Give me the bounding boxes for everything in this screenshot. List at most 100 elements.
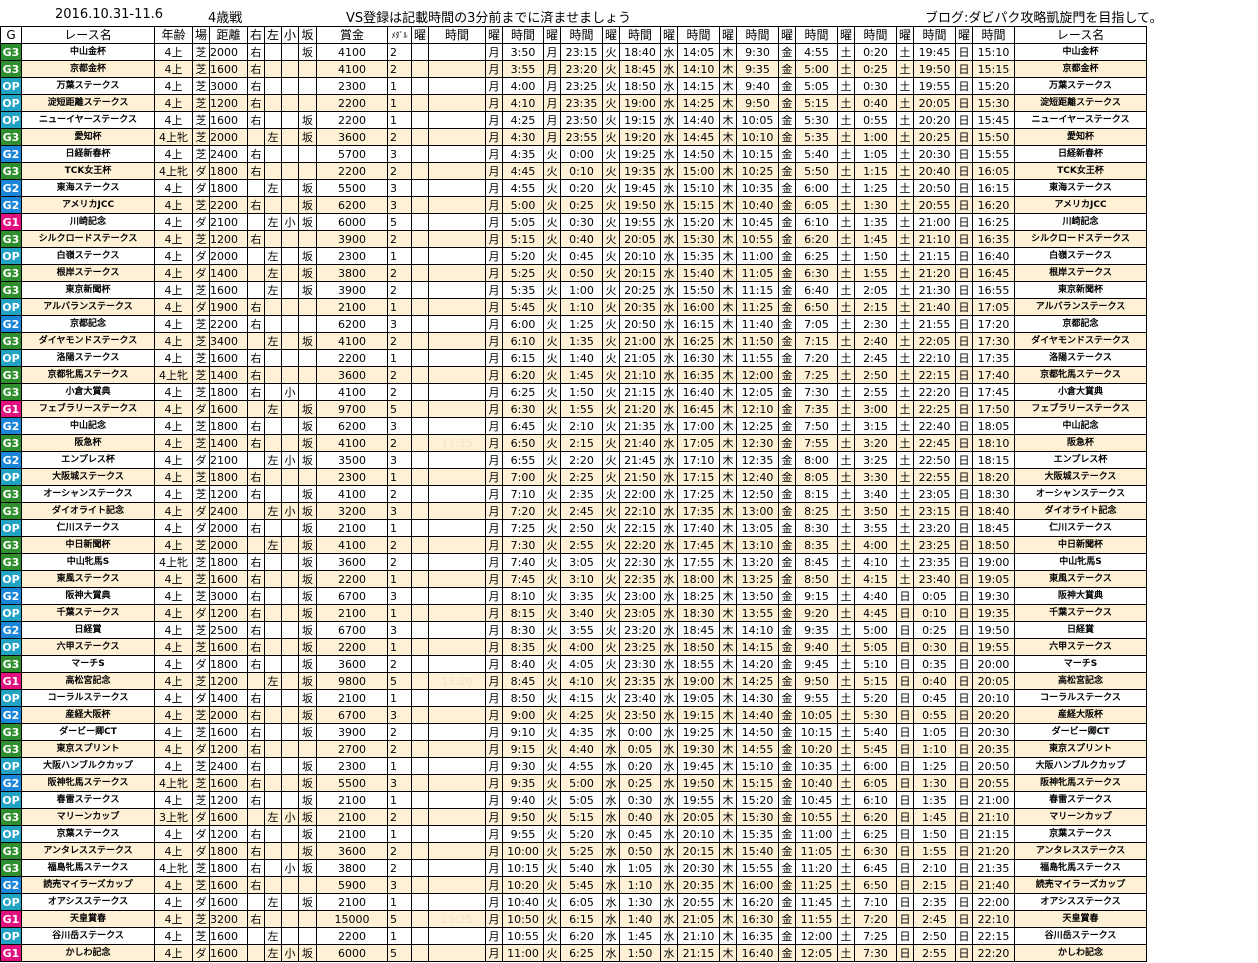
race-row[interactable]: G2 日経新春杯 4上芝 2400 右 5700 3 月 4:35 火 0:00 火 19:25 水 14:… (0, 145, 1147, 163)
race-row[interactable]: OP 淀短距離ステークス 4上芝 1200 右 2200 1 月 4:10 月 23:35 火 19:0… (0, 94, 1147, 112)
race-name-cell-right[interactable]: エンプレス杯 (1014, 451, 1147, 469)
race-name-cell-right[interactable]: 阪急杯 (1014, 434, 1147, 452)
race-name-cell-right[interactable]: 淀短距離ステークス (1014, 94, 1147, 112)
column-header[interactable]: レース名 (1014, 26, 1147, 44)
race-name-cell[interactable]: 阪神牝馬ステークス (21, 774, 155, 792)
race-name-cell-right[interactable]: 東風ステークス (1014, 570, 1147, 588)
column-header[interactable]: 曜 (411, 26, 429, 44)
race-row[interactable]: OP 万葉ステークス 4上芝 3000 右 2300 1 月 4:00 月 23:25 火 18:50 水… (0, 77, 1147, 95)
race-name-cell[interactable]: ダイヤモンドステークス (21, 332, 155, 350)
race-name-cell[interactable]: 中山記念 (21, 417, 155, 435)
race-name-cell-right[interactable]: 日経新春杯 (1014, 145, 1147, 163)
race-name-cell-right[interactable]: TCK女王杯 (1014, 162, 1147, 180)
race-name-cell-right[interactable]: マリーンカップ (1014, 808, 1147, 826)
race-name-cell[interactable]: フェブラリーステークス (21, 400, 155, 418)
race-row[interactable]: OP 春雷ステークス 4上芝 1200 右坂 2100 1 月 9:40 火 5:05 水 0:30 水 1… (0, 791, 1147, 809)
column-header[interactable]: 賞金 (316, 26, 388, 44)
race-name-cell[interactable]: 中山牝馬S (21, 553, 155, 571)
race-name-cell-right[interactable]: 白嶺ステークス (1014, 247, 1147, 265)
race-name-cell-right[interactable]: アルバランステークス (1014, 298, 1147, 316)
race-name-cell-right[interactable]: 阪神牝馬ステークス (1014, 774, 1147, 792)
race-name-cell[interactable]: 阪神大賞典 (21, 587, 155, 605)
race-name-cell[interactable]: TCK女王杯 (21, 162, 155, 180)
race-row[interactable]: OP 白嶺ステークス 4上ダ 2000 左坂 2300 1 月 5:20 火 0:45 火 20:10 水… (0, 247, 1147, 265)
column-header[interactable]: 時間 (795, 26, 838, 44)
race-name-cell[interactable]: 六甲ステークス (21, 638, 155, 656)
column-header[interactable]: ﾒﾀﾞﾙ (387, 26, 412, 44)
race-name-cell-right[interactable]: シルクロードステークス (1014, 230, 1147, 248)
race-name-cell[interactable]: 万葉ステークス (21, 77, 155, 95)
race-name-cell-right[interactable]: 中山牝馬S (1014, 553, 1147, 571)
race-row[interactable]: OP 千葉ステークス 4上ダ 1200 右坂 2100 1 月 8:15 火 3:40 火 23:05 水… (0, 604, 1147, 622)
race-name-cell-right[interactable]: 愛知杯 (1014, 128, 1147, 146)
race-row[interactable]: G3 京都牝馬ステークス 4上牝芝 1400 右 3600 2 月 6:20 火 1:45 火 21:1… (0, 366, 1147, 384)
race-row[interactable]: OP 仁川ステークス 4上ダ 2000 右坂 2100 1 月 7:25 火 2:50 火 22:15 水… (0, 519, 1147, 537)
race-row[interactable]: G3 阪急杯 4上芝 1400 右坂 4100 2 11:25 月 6:50 火 2:15 火 21:40… (0, 434, 1147, 452)
race-row[interactable]: G3 ダイヤモンドステークス 4上芝 3400 左坂 4100 2 月 6:10 火 1:35 火 21… (0, 332, 1147, 350)
race-name-cell-right[interactable]: 大阪城ステークス (1014, 468, 1147, 486)
race-name-cell[interactable]: 阪急杯 (21, 434, 155, 452)
race-name-cell-right[interactable]: 万葉ステークス (1014, 77, 1147, 95)
column-header[interactable]: 時間 (502, 26, 544, 44)
column-header[interactable]: 曜 (660, 26, 678, 44)
race-row[interactable]: G2 エンプレス杯 4上ダ 2100 左小坂 3500 3 月 6:55 火 2:20 火 21:45 水… (0, 451, 1147, 469)
race-row[interactable]: G1 川崎記念 4上ダ 2100 左小坂 6000 5 月 5:05 火 0:30 火 19:55 水 15… (0, 213, 1147, 231)
race-name-cell[interactable]: 東海ステークス (21, 179, 155, 197)
race-row[interactable]: G3 愛知杯 4上牝芝 2000 左坂 3600 2 月 4:30 月 23:55 火 19:20 水 14… (0, 128, 1147, 146)
race-row[interactable]: OP オアシスステークス 4上ダ 1600 左坂 2100 1 月 10:40 火 6:05 水 1:3… (0, 893, 1147, 911)
race-name-cell[interactable]: 天皇賞春 (21, 910, 155, 928)
column-header[interactable]: 時間 (619, 26, 661, 44)
race-name-cell[interactable]: 谷川岳ステークス (21, 927, 155, 945)
race-name-cell-right[interactable]: ニューイヤーステークス (1014, 111, 1147, 129)
race-name-cell[interactable]: 根岸ステークス (21, 264, 155, 282)
race-name-cell-right[interactable]: 根岸ステークス (1014, 264, 1147, 282)
race-name-cell-right[interactable]: アンタレスステークス (1014, 842, 1147, 860)
race-name-cell[interactable]: 高松宮記念 (21, 672, 155, 690)
race-name-cell-right[interactable]: 春雷ステークス (1014, 791, 1147, 809)
race-row[interactable]: OP 東風ステークス 4上芝 1600 右坂 2200 1 月 7:45 火 3:10 火 22:35 水… (0, 570, 1147, 588)
race-row[interactable]: G3 アンタレスステークス 4上ダ 1800 右坂 3600 2 月 10:00 火 5:25 水 0:… (0, 842, 1147, 860)
race-name-cell-right[interactable]: 京都金杯 (1014, 60, 1147, 78)
race-name-cell[interactable]: オーシャンステークス (21, 485, 155, 503)
race-name-cell-right[interactable]: 東京新聞杯 (1014, 281, 1147, 299)
race-name-cell[interactable]: マーチS (21, 655, 155, 673)
race-name-cell[interactable]: アンタレスステークス (21, 842, 155, 860)
race-row[interactable]: G3 京都金杯 4上芝 1600 右 4100 2 月 3:55 月 23:20 火 18:45 水 14:… (0, 60, 1147, 78)
column-header[interactable]: 年齢 (154, 26, 193, 44)
race-name-cell-right[interactable]: 東海ステークス (1014, 179, 1147, 197)
race-row[interactable]: G3 中山牝馬S 4上牝芝 1800 右坂 3600 2 月 7:40 火 3:05 火 22:30 水 1… (0, 553, 1147, 571)
race-name-cell-right[interactable]: 産経大阪杯 (1014, 706, 1147, 724)
race-name-cell-right[interactable]: 洛陽ステークス (1014, 349, 1147, 367)
race-name-cell[interactable]: コーラルステークス (21, 689, 155, 707)
race-name-cell[interactable]: 川崎記念 (21, 213, 155, 231)
race-row[interactable]: G3 ダービー卿CT 4上芝 1600 右坂 3900 2 月 9:10 火 4:35 水 0:00 水 1… (0, 723, 1147, 741)
race-name-cell-right[interactable]: 京葉ステークス (1014, 825, 1147, 843)
race-name-cell-right[interactable]: フェブラリーステークス (1014, 400, 1147, 418)
race-row[interactable]: G2 京都記念 4上芝 2200 右 6200 3 月 6:00 火 1:25 火 20:50 水 16:1… (0, 315, 1147, 333)
race-name-cell-right[interactable]: 中日新聞杯 (1014, 536, 1147, 554)
race-row[interactable]: G2 阪神大賞典 4上芝 3000 右坂 6700 3 月 8:10 火 3:35 火 23:00 水 18… (0, 587, 1147, 605)
race-row[interactable]: G3 TCK女王杯 4上牝ダ 1800 右 2200 2 月 4:45 火 0:10 火 19:35 水 1… (0, 162, 1147, 180)
race-name-cell-right[interactable]: ダービー卿CT (1014, 723, 1147, 741)
race-name-cell[interactable]: 読売マイラーズカップ (21, 876, 155, 894)
race-name-cell[interactable]: 日経賞 (21, 621, 155, 639)
race-name-cell-right[interactable]: 谷川岳ステークス (1014, 927, 1147, 945)
race-name-cell[interactable]: 京都金杯 (21, 60, 155, 78)
race-name-cell-right[interactable]: 読売マイラーズカップ (1014, 876, 1147, 894)
race-row[interactable]: G2 産経大阪杯 4上芝 2000 右坂 6700 3 月 9:00 火 4:25 火 23:50 水 19… (0, 706, 1147, 724)
race-row[interactable]: G1 高松宮記念 4上芝 1200 左坂 9800 5 13:20 月 8:45 火 4:10 火 23:… (0, 672, 1147, 690)
race-row[interactable]: G2 阪神牝馬ステークス 4上牝芝 1600 右坂 5500 3 月 9:35 火 5:00 水 0:2… (0, 774, 1147, 792)
column-header[interactable]: 時間 (972, 26, 1015, 44)
race-row[interactable]: G2 読売マイラーズカップ 4上芝 1600 右 5900 3 月 10:20 火 5:45 水 1:1… (0, 876, 1147, 894)
race-row[interactable]: OP 洛陽ステークス 4上芝 1600 右 2200 1 月 6:15 火 1:40 火 21:05 水 1… (0, 349, 1147, 367)
race-row[interactable]: G2 日経賞 4上芝 2500 右坂 6700 3 月 8:30 火 3:55 火 23:20 水 18:4… (0, 621, 1147, 639)
race-name-cell[interactable]: アルバランステークス (21, 298, 155, 316)
race-row[interactable]: OP 六甲ステークス 4上芝 1600 右坂 2200 1 月 8:35 火 4:00 火 23:25 水… (0, 638, 1147, 656)
race-name-cell[interactable]: 中山金杯 (21, 43, 155, 61)
race-row[interactable]: OP コーラルステークス 4上ダ 1400 右坂 2100 1 月 8:50 火 4:15 火 23:4… (0, 689, 1147, 707)
race-row[interactable]: OP ニューイヤーステークス 4上芝 1600 右坂 2200 1 月 4:25 月 23:50 火 1… (0, 111, 1147, 129)
race-row[interactable]: G3 中日新聞杯 4上芝 2000 左坂 4100 2 月 7:30 火 2:55 火 22:20 水 17… (0, 536, 1147, 554)
race-row[interactable]: OP 京葉ステークス 4上ダ 1200 右坂 2100 1 月 9:55 火 5:20 水 0:45 水 2… (0, 825, 1147, 843)
column-header[interactable]: 曜 (719, 26, 737, 44)
race-name-cell-right[interactable]: ダイヤモンドステークス (1014, 332, 1147, 350)
